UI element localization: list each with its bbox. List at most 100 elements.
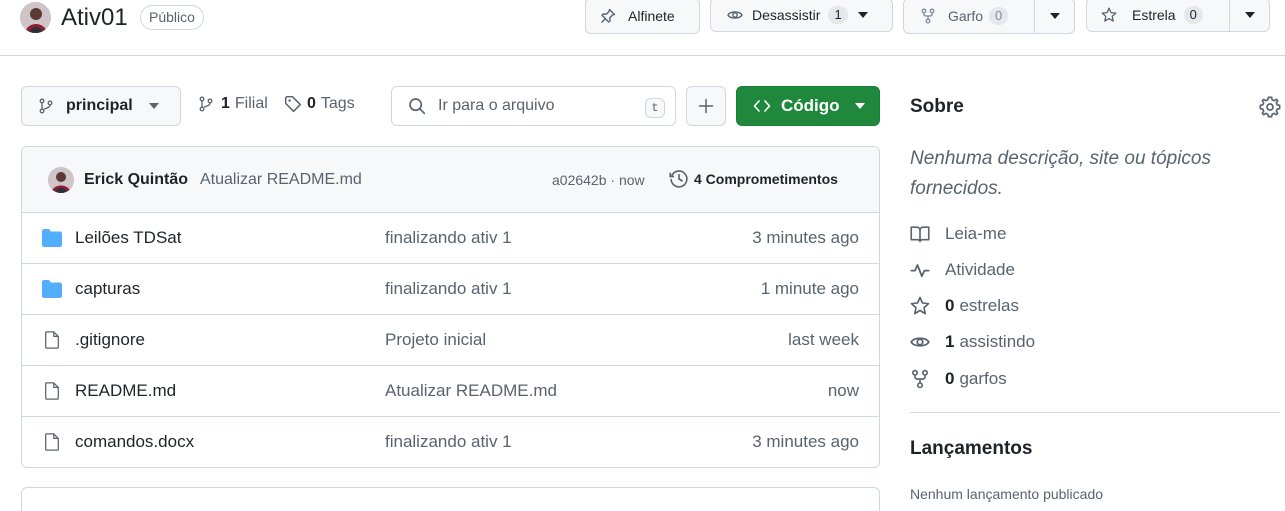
star-split-divider	[1229, 0, 1230, 31]
fork-split-divider	[1034, 0, 1035, 33]
about-description: Nenhuma descrição, site ou tópicos forne…	[910, 148, 1211, 199]
tags-link[interactable]: 0 Tags	[284, 95, 355, 113]
file-icon	[45, 382, 59, 400]
readme-label: Leia-me	[945, 224, 1007, 243]
go-to-file-placeholder: Ir para o arquivo	[438, 97, 555, 114]
code-icon	[753, 100, 771, 112]
code-button[interactable]: Código	[736, 86, 880, 126]
commit-message[interactable]: Atualizar README.md	[200, 171, 362, 189]
add-file-button[interactable]	[686, 86, 726, 126]
watchers-link[interactable]: 1 assistindo	[910, 332, 1035, 352]
eye-icon	[910, 337, 930, 347]
triangle-down-icon	[148, 103, 159, 109]
shortcut-key: t	[645, 98, 665, 118]
repo-forked-icon	[921, 8, 935, 24]
file-name[interactable]: comandos.docx	[75, 432, 194, 452]
table-row[interactable]: comandos.docx finalizando ativ 1 3 minut…	[22, 416, 879, 467]
pin-button[interactable]: Alfinete	[585, 0, 700, 34]
star-label: Estrela	[1132, 7, 1176, 23]
commits-history-link[interactable]: 4 Comprometimentos	[669, 169, 838, 189]
eye-icon	[727, 11, 743, 19]
file-commit-message[interactable]: finalizando ativ 1	[385, 279, 512, 299]
go-to-file-input[interactable]: Ir para o arquivo t	[391, 86, 676, 126]
stars-link[interactable]: 0 estrelas	[910, 296, 1019, 316]
commit-hash-time[interactable]: a02642b · now	[552, 172, 645, 188]
pin-icon	[601, 8, 616, 23]
unwatch-label: Desassistir	[752, 7, 821, 23]
file-commit-message[interactable]: Projeto inicial	[385, 330, 486, 350]
pulse-icon	[910, 264, 930, 278]
table-row[interactable]: .gitignore Projeto inicial last week	[22, 314, 879, 365]
file-name[interactable]: .gitignore	[75, 330, 145, 350]
watching-count: 1	[945, 332, 955, 351]
gear-icon[interactable]	[1259, 96, 1281, 118]
pin-label: Alfinete	[628, 8, 675, 24]
git-branch-icon	[39, 98, 53, 114]
watching-label: assistindo	[959, 332, 1036, 351]
sidebar-divider	[910, 412, 1280, 413]
folder-icon	[42, 280, 62, 298]
table-row[interactable]: README.md Atualizar README.md now	[22, 365, 879, 416]
table-row[interactable]: capturas finalizando ativ 1 1 minute ago	[22, 263, 879, 314]
repo-name[interactable]: Ativ01	[61, 2, 128, 33]
stars-count: 0	[945, 296, 955, 315]
star-icon	[1101, 7, 1117, 22]
readme-link[interactable]: Leia-me	[910, 224, 1006, 244]
table-row[interactable]: Leilões TDSat finalizando ativ 1 3 minut…	[22, 212, 879, 263]
triangle-down-icon[interactable]	[1050, 13, 1060, 19]
releases-title[interactable]: Lançamentos	[910, 438, 1032, 460]
commits-count-label: 4 Comprometimentos	[694, 171, 838, 187]
forks-link[interactable]: 0 garfos	[910, 369, 1007, 389]
star-counter: 0	[1183, 6, 1203, 24]
file-table: Erick Quintão Atualizar README.md a02642…	[21, 146, 880, 468]
file-name[interactable]: README.md	[75, 381, 176, 401]
folder-icon	[42, 229, 62, 247]
file-name[interactable]: Leilões TDSat	[75, 228, 181, 248]
plus-icon	[698, 98, 714, 114]
stars-label: estrelas	[959, 296, 1019, 315]
releases-empty-text: Nenhum lançamento publicado	[910, 486, 1104, 502]
star-button[interactable]: Estrela 0	[1086, 0, 1270, 32]
search-icon	[409, 98, 426, 115]
author-avatar[interactable]	[48, 167, 74, 193]
git-branch-icon	[199, 96, 213, 112]
tags-label: Tags	[320, 95, 355, 112]
fork-button[interactable]: Garfo 0	[903, 0, 1075, 34]
unwatch-button[interactable]: Desassistir 1	[710, 0, 893, 32]
latest-commit-bar: Erick Quintão Atualizar README.md a02642…	[22, 147, 879, 213]
file-commit-message[interactable]: finalizando ativ 1	[385, 432, 512, 452]
branches-link[interactable]: 1 Filial	[198, 95, 268, 113]
file-age: 3 minutes ago	[752, 432, 859, 451]
activity-label: Atividade	[945, 260, 1015, 279]
triangle-down-icon[interactable]	[1245, 12, 1255, 18]
header-divider	[0, 55, 1285, 56]
triangle-down-icon	[855, 103, 865, 109]
branches-label: Filial	[234, 95, 268, 112]
tags-count: 0	[307, 95, 316, 112]
file-commit-message[interactable]: finalizando ativ 1	[385, 228, 512, 248]
file-age: last week	[788, 330, 859, 349]
triangle-down-icon	[857, 12, 868, 18]
repo-forked-icon	[911, 369, 929, 389]
book-icon	[910, 226, 930, 243]
file-name[interactable]: capturas	[75, 279, 140, 299]
activity-link[interactable]: Atividade	[910, 260, 1015, 280]
owner-avatar[interactable]	[20, 2, 51, 33]
readme-panel	[21, 487, 880, 511]
branches-count: 1	[221, 95, 230, 112]
forks-label: garfos	[959, 369, 1007, 388]
file-age: now	[827, 381, 859, 400]
file-icon	[45, 331, 59, 349]
branch-selector[interactable]: principal	[21, 86, 181, 126]
branch-name: principal	[66, 97, 133, 114]
watch-counter: 1	[828, 6, 848, 24]
fork-label: Garfo	[948, 8, 984, 24]
history-icon	[669, 170, 688, 188]
file-icon	[45, 433, 59, 451]
star-icon	[910, 296, 930, 315]
about-title: Sobre	[910, 96, 964, 117]
code-label: Código	[781, 96, 840, 115]
commit-author[interactable]: Erick Quintão	[84, 171, 188, 189]
tag-icon	[284, 95, 302, 113]
file-commit-message[interactable]: Atualizar README.md	[385, 381, 557, 401]
